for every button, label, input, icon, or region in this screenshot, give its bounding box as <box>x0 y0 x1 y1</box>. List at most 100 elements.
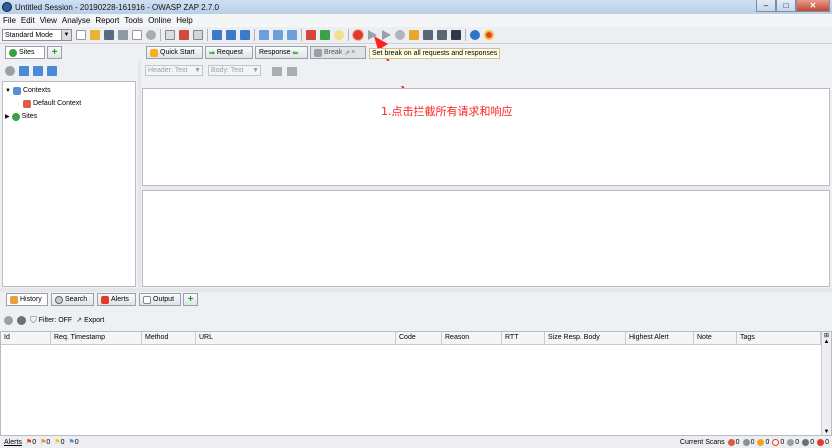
context-icon <box>23 99 31 108</box>
column-id[interactable]: Id <box>1 332 51 344</box>
lightbulb-icon[interactable] <box>334 30 344 40</box>
menu-analyse[interactable]: Analyse <box>62 16 90 25</box>
layout-stack-icon[interactable] <box>287 30 297 40</box>
tab-response[interactable]: Response ⇐ <box>255 46 308 59</box>
vertical-splitter[interactable] <box>138 60 141 288</box>
open-session-icon[interactable] <box>90 30 100 40</box>
layout-tabs-icon[interactable] <box>259 30 269 40</box>
collapse-arrow-icon[interactable]: ▶ <box>5 113 10 120</box>
session-properties-icon[interactable] <box>132 30 142 40</box>
expand-arrow-icon[interactable]: ▼ <box>5 88 11 94</box>
options-gear-icon[interactable] <box>146 30 156 40</box>
menu-edit[interactable]: Edit <box>21 16 35 25</box>
tab-request[interactable]: ⇒ Request <box>205 46 253 59</box>
split-vertical-icon[interactable] <box>287 67 297 76</box>
add-bottom-tab-button[interactable]: + <box>183 293 198 306</box>
body-view-value: Body: Text <box>211 67 244 74</box>
scroll-up-icon[interactable]: ▲ <box>822 339 831 345</box>
show-in-scope-icon[interactable] <box>4 315 13 325</box>
export-label[interactable]: Export <box>84 317 104 324</box>
tab-quick-start[interactable]: Quick Start <box>146 46 203 59</box>
scroll-down-icon[interactable]: ▼ <box>822 429 831 435</box>
maximize-button[interactable]: □ <box>776 0 796 12</box>
manage-breakpoints-icon[interactable] <box>423 30 433 40</box>
export-icon[interactable]: ↗ <box>76 316 82 324</box>
body-view-select[interactable]: Body: Text ▼ <box>208 65 261 76</box>
zap-app-icon <box>2 2 12 12</box>
contexts-icon[interactable] <box>320 30 330 40</box>
show-tabs-icon[interactable] <box>193 30 203 40</box>
tab-output[interactable]: Output <box>139 293 181 306</box>
minimize-button[interactable]: – <box>756 0 776 12</box>
close-tab-icon[interactable]: × <box>351 49 355 56</box>
column-highest-alert[interactable]: Highest Alert <box>626 332 694 344</box>
new-session-icon[interactable] <box>76 30 86 40</box>
export-context-icon[interactable] <box>47 66 57 76</box>
column-url[interactable]: URL <box>196 332 396 344</box>
tab-sites[interactable]: Sites <box>5 46 45 59</box>
split-horizontal-icon[interactable] <box>272 67 282 76</box>
new-context-icon[interactable] <box>19 66 29 76</box>
column-rtt[interactable]: RTT <box>502 332 545 344</box>
snapshot-session-icon[interactable] <box>118 30 128 40</box>
menu-file[interactable]: File <box>3 16 16 25</box>
medium-alert-count: 0 <box>46 438 51 446</box>
break-body-pane[interactable] <box>142 190 830 287</box>
menu-view[interactable]: View <box>40 16 57 25</box>
layout-full-icon[interactable] <box>226 30 236 40</box>
link-tabs-icon[interactable] <box>17 315 26 325</box>
contexts-folder-icon <box>12 86 21 95</box>
firefox-browser-icon[interactable] <box>470 30 480 40</box>
column-code[interactable]: Code <box>396 332 442 344</box>
column-size-resp-body[interactable]: Size Resp. Body <box>545 332 626 344</box>
column-note[interactable]: Note <box>694 332 737 344</box>
close-button[interactable]: ✕ <box>796 0 830 12</box>
column-reason[interactable]: Reason <box>442 332 502 344</box>
layout-split-icon[interactable] <box>273 30 283 40</box>
mode-select[interactable]: Standard Mode ▼ <box>2 29 72 41</box>
tab-search[interactable]: Search <box>51 293 94 306</box>
tab-break[interactable]: Break ⇗ × <box>310 46 366 59</box>
command-console-icon[interactable] <box>451 30 461 40</box>
history-table: Id Req. Timestamp Method URL Code Reason… <box>0 331 832 436</box>
window-layout-icon[interactable] <box>165 30 175 40</box>
columns-picker-icon[interactable]: ⊞ <box>822 332 831 339</box>
menu-online[interactable]: Online <box>148 16 171 25</box>
bottom-splitter[interactable] <box>0 288 832 292</box>
pin-icon[interactable]: ⇗ <box>344 49 350 57</box>
history-calendar-icon <box>10 295 18 304</box>
tab-history[interactable]: History <box>6 293 48 306</box>
tree-node-default-context[interactable]: Default Context <box>3 97 135 110</box>
scan-policy-icon[interactable] <box>306 30 316 40</box>
column-timestamp[interactable]: Req. Timestamp <box>51 332 142 344</box>
menu-help[interactable]: Help <box>176 16 192 25</box>
tree-node-sites[interactable]: ▶ Sites <box>3 110 135 123</box>
scan-chart-icon[interactable] <box>437 30 447 40</box>
show-in-scope-icon[interactable] <box>5 66 15 76</box>
column-method[interactable]: Method <box>142 332 196 344</box>
column-tags[interactable]: Tags <box>737 332 821 344</box>
tree-node-contexts[interactable]: ▼ Contexts <box>3 84 135 97</box>
expand-panel-icon[interactable] <box>179 30 189 40</box>
break-tooltip: Set break on all requests and responses <box>369 48 501 59</box>
break-status-count: 0 <box>825 438 829 446</box>
chrome-browser-icon[interactable] <box>484 30 494 40</box>
tab-alerts[interactable]: Alerts <box>97 293 136 306</box>
save-session-icon[interactable] <box>104 30 114 40</box>
add-left-tab-button[interactable]: + <box>47 46 62 59</box>
tree-default-context-label: Default Context <box>33 100 82 107</box>
break-all-requests-icon[interactable] <box>353 30 363 40</box>
layout-bottom-icon[interactable] <box>240 30 250 40</box>
chevron-down-icon: ▼ <box>61 30 71 40</box>
menu-report[interactable]: Report <box>95 16 119 25</box>
filter-label[interactable]: Filter: OFF <box>39 317 72 324</box>
filter-funnel-icon[interactable]: ⛉ <box>30 315 37 326</box>
window-controls: – □ ✕ <box>756 0 830 12</box>
header-view-select[interactable]: Header: Text ▼ <box>145 65 203 76</box>
layout-left-icon[interactable] <box>212 30 222 40</box>
toolbar-separator <box>160 29 161 41</box>
import-context-icon[interactable] <box>33 66 43 76</box>
vertical-scrollbar[interactable]: ⊞ ▲ ▼ <box>821 332 831 435</box>
tab-search-label: Search <box>65 296 88 303</box>
menu-tools[interactable]: Tools <box>124 16 143 25</box>
